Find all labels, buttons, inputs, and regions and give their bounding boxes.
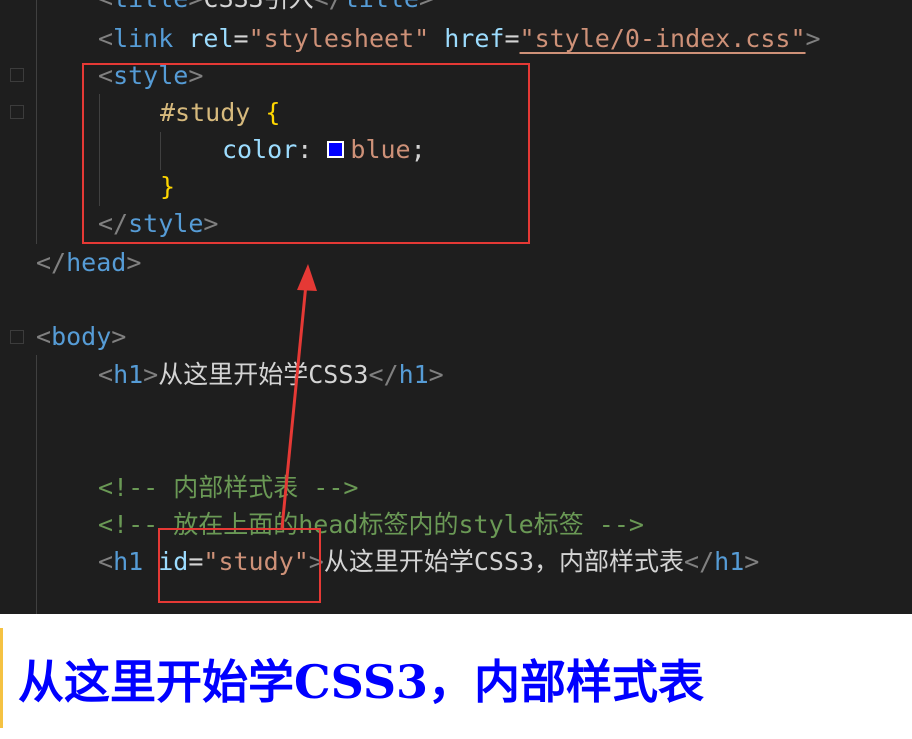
- tag-bracket: >: [428, 360, 444, 389]
- tag-name: h1: [113, 547, 144, 576]
- accent-bar: [0, 628, 3, 728]
- tag-bracket: <: [98, 24, 114, 53]
- tag-bracket: >: [419, 0, 434, 13]
- fold-icon[interactable]: [10, 330, 24, 344]
- tag-bracket: >: [111, 322, 127, 351]
- rendered-heading: 从这里开始学CSS3，内部样式表: [18, 655, 705, 709]
- tag-name: h1: [113, 360, 144, 389]
- tag-bracket: <: [98, 0, 113, 13]
- tag-name: head: [66, 248, 127, 277]
- h1-text: 从这里开始学CSS3: [158, 360, 369, 389]
- tag-name: title: [113, 0, 188, 13]
- indent-guide: [36, 0, 37, 244]
- fold-icon[interactable]: [10, 68, 24, 82]
- code-line-head-close[interactable]: </head>: [36, 244, 141, 281]
- tag-name: body: [51, 322, 112, 351]
- h1-text: 从这里开始学CSS3，内部样式表: [323, 547, 685, 576]
- html-comment: <!-- 内部样式表 -->: [98, 473, 359, 502]
- title-text: CSS3引入: [203, 0, 313, 13]
- tag-bracket: <: [98, 547, 114, 576]
- indent-guide: [36, 355, 37, 614]
- tag-bracket: >: [805, 24, 821, 53]
- equals-sign: =: [504, 24, 520, 53]
- tag-name: h1: [714, 547, 745, 576]
- tag-bracket: >: [744, 547, 760, 576]
- style-block-highlight: [82, 63, 530, 244]
- code-line-title[interactable]: <title>CSS3引入</title>: [98, 0, 434, 17]
- attr-value: "stylesheet": [248, 24, 430, 53]
- tag-bracket: >: [188, 0, 203, 13]
- code-line-body-open[interactable]: <body>: [36, 318, 126, 355]
- tag-name: link: [113, 24, 174, 53]
- tag-bracket: <: [36, 322, 52, 351]
- code-line-h1[interactable]: <h1>从这里开始学CSS3</h1>: [98, 356, 444, 393]
- href-link[interactable]: "style/0-index.css": [520, 24, 806, 53]
- attr-name: rel: [188, 24, 234, 53]
- arrow-head-icon: [297, 264, 317, 291]
- equals-sign: =: [233, 24, 249, 53]
- browser-preview: 从这里开始学CSS3，内部样式表: [0, 614, 912, 739]
- tag-bracket: >: [126, 248, 142, 277]
- tag-bracket: </: [368, 360, 399, 389]
- tag-name: h1: [398, 360, 429, 389]
- tag-bracket: </: [684, 547, 715, 576]
- tag-bracket: >: [143, 360, 159, 389]
- code-editor[interactable]: <title>CSS3引入</title> <link rel="stylesh…: [0, 0, 912, 614]
- tag-bracket: </: [36, 248, 67, 277]
- tag-bracket: </: [314, 0, 344, 13]
- fold-icon[interactable]: [10, 105, 24, 119]
- tag-name: title: [344, 0, 419, 13]
- id-attribute-highlight: [158, 528, 321, 603]
- code-line-link[interactable]: <link rel="stylesheet" href="style/0-ind…: [98, 20, 821, 57]
- code-line-comment[interactable]: <!-- 内部样式表 -->: [98, 469, 358, 506]
- attr-name: href: [444, 24, 505, 53]
- tag-bracket: <: [98, 360, 114, 389]
